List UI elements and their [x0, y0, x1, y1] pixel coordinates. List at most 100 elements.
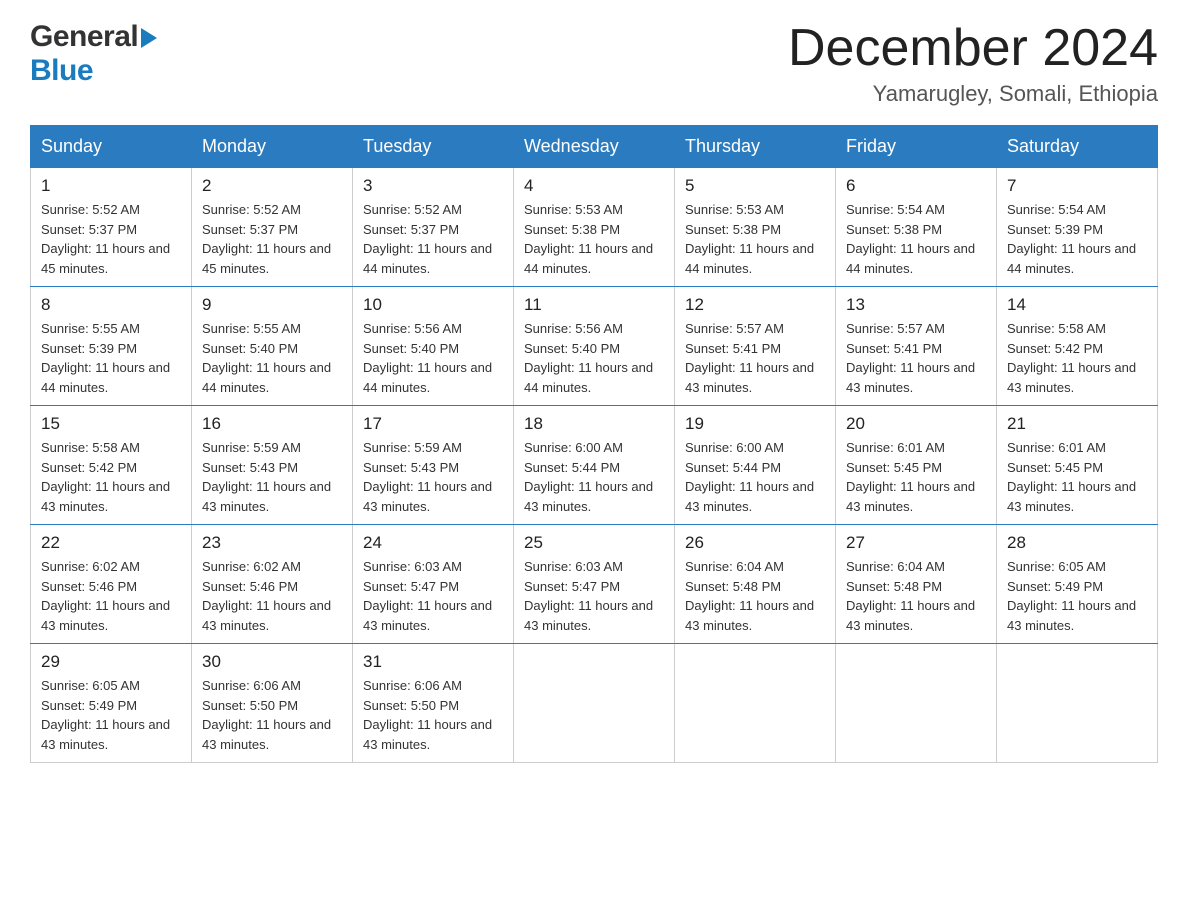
logo-general-text: General [30, 20, 138, 54]
day-info: Sunrise: 6:03 AMSunset: 5:47 PMDaylight:… [524, 559, 653, 633]
calendar-body: 1 Sunrise: 5:52 AMSunset: 5:37 PMDaylight… [31, 168, 1158, 763]
day-cell: 30Sunrise: 6:06 AMSunset: 5:50 PMDayligh… [192, 644, 353, 763]
day-number: 29 [41, 652, 181, 672]
header: General Blue December 2024 Yamarugley, S… [30, 20, 1158, 107]
day-number: 27 [846, 533, 986, 553]
day-cell: 27 Sunrise: 6:04 AMSunset: 5:48 PMDayligh… [836, 525, 997, 644]
day-info: Sunrise: 6:03 AMSunset: 5:47 PMDaylight:… [363, 559, 492, 633]
day-info: Sunrise: 5:52 AMSunset: 5:37 PMDaylight:… [363, 202, 492, 276]
day-info: Sunrise: 6:06 AMSunset: 5:50 PMDaylight:… [363, 678, 492, 752]
day-info: Sunrise: 5:57 AMSunset: 5:41 PMDaylight:… [846, 321, 975, 395]
column-header-saturday: Saturday [997, 126, 1158, 168]
day-cell: 21 Sunrise: 6:01 AMSunset: 5:45 PMDayligh… [997, 406, 1158, 525]
day-info: Sunrise: 5:59 AMSunset: 5:43 PMDaylight:… [363, 440, 492, 514]
day-info: Sunrise: 6:04 AMSunset: 5:48 PMDaylight:… [846, 559, 975, 633]
day-number: 13 [846, 295, 986, 315]
day-info: Sunrise: 5:58 AMSunset: 5:42 PMDaylight:… [1007, 321, 1136, 395]
day-cell: 2Sunrise: 5:52 AMSunset: 5:37 PMDaylight… [192, 168, 353, 287]
day-cell: 18Sunrise: 6:00 AMSunset: 5:44 PMDayligh… [514, 406, 675, 525]
calendar-table: SundayMondayTuesdayWednesdayThursdayFrid… [30, 125, 1158, 763]
day-number: 26 [685, 533, 825, 553]
day-cell: 7 Sunrise: 5:54 AMSunset: 5:39 PMDaylight… [997, 168, 1158, 287]
day-info: Sunrise: 6:05 AMSunset: 5:49 PMDaylight:… [1007, 559, 1136, 633]
day-cell: 26 Sunrise: 6:04 AMSunset: 5:48 PMDayligh… [675, 525, 836, 644]
day-info: Sunrise: 5:56 AMSunset: 5:40 PMDaylight:… [363, 321, 492, 395]
day-info: Sunrise: 6:00 AMSunset: 5:44 PMDaylight:… [524, 440, 653, 514]
day-cell: 25 Sunrise: 6:03 AMSunset: 5:47 PMDayligh… [514, 525, 675, 644]
day-number: 17 [363, 414, 503, 434]
day-cell: 17 Sunrise: 5:59 AMSunset: 5:43 PMDayligh… [353, 406, 514, 525]
calendar-header-row: SundayMondayTuesdayWednesdayThursdayFrid… [31, 126, 1158, 168]
logo-blue-text: Blue [30, 54, 93, 87]
day-cell: 1 Sunrise: 5:52 AMSunset: 5:37 PMDaylight… [31, 168, 192, 287]
day-cell: 9 Sunrise: 5:55 AMSunset: 5:40 PMDaylight… [192, 287, 353, 406]
week-row-5: 29 Sunrise: 6:05 AMSunset: 5:49 PMDayligh… [31, 644, 1158, 763]
day-info: Sunrise: 5:55 AMSunset: 5:39 PMDaylight:… [41, 321, 170, 395]
day-info: Sunrise: 5:56 AMSunset: 5:40 PMDaylight:… [524, 321, 653, 395]
day-number: 12 [685, 295, 825, 315]
day-info: Sunrise: 6:00 AMSunset: 5:44 PMDaylight:… [685, 440, 814, 514]
day-cell [997, 644, 1158, 763]
day-number: 8 [41, 295, 181, 315]
day-number: 1 [41, 176, 181, 196]
day-number: 16 [202, 414, 342, 434]
column-header-wednesday: Wednesday [514, 126, 675, 168]
day-info: Sunrise: 5:57 AMSunset: 5:41 PMDaylight:… [685, 321, 814, 395]
day-number: 10 [363, 295, 503, 315]
day-cell: 3Sunrise: 5:52 AMSunset: 5:37 PMDaylight… [353, 168, 514, 287]
column-header-friday: Friday [836, 126, 997, 168]
day-info: Sunrise: 5:53 AMSunset: 5:38 PMDaylight:… [524, 202, 653, 276]
day-cell [514, 644, 675, 763]
day-info: Sunrise: 6:05 AMSunset: 5:49 PMDaylight:… [41, 678, 170, 752]
day-info: Sunrise: 5:58 AMSunset: 5:42 PMDaylight:… [41, 440, 170, 514]
day-info: Sunrise: 6:02 AMSunset: 5:46 PMDaylight:… [202, 559, 331, 633]
day-cell [836, 644, 997, 763]
day-number: 7 [1007, 176, 1147, 196]
day-info: Sunrise: 6:04 AMSunset: 5:48 PMDaylight:… [685, 559, 814, 633]
day-info: Sunrise: 6:02 AMSunset: 5:46 PMDaylight:… [41, 559, 170, 633]
day-cell: 14 Sunrise: 5:58 AMSunset: 5:42 PMDayligh… [997, 287, 1158, 406]
day-number: 4 [524, 176, 664, 196]
day-info: Sunrise: 5:54 AMSunset: 5:38 PMDaylight:… [846, 202, 975, 276]
day-info: Sunrise: 6:01 AMSunset: 5:45 PMDaylight:… [1007, 440, 1136, 514]
calendar-subtitle: Yamarugley, Somali, Ethiopia [788, 81, 1158, 107]
column-header-tuesday: Tuesday [353, 126, 514, 168]
day-cell: 6 Sunrise: 5:54 AMSunset: 5:38 PMDaylight… [836, 168, 997, 287]
day-number: 9 [202, 295, 342, 315]
column-header-thursday: Thursday [675, 126, 836, 168]
day-cell: 16Sunrise: 5:59 AMSunset: 5:43 PMDayligh… [192, 406, 353, 525]
day-cell: 24 Sunrise: 6:03 AMSunset: 5:47 PMDayligh… [353, 525, 514, 644]
day-number: 24 [363, 533, 503, 553]
week-row-3: 15Sunrise: 5:58 AMSunset: 5:42 PMDayligh… [31, 406, 1158, 525]
day-number: 14 [1007, 295, 1147, 315]
day-cell: 8 Sunrise: 5:55 AMSunset: 5:39 PMDaylight… [31, 287, 192, 406]
week-row-2: 8 Sunrise: 5:55 AMSunset: 5:39 PMDaylight… [31, 287, 1158, 406]
logo-triangle-icon [141, 28, 157, 48]
day-number: 25 [524, 533, 664, 553]
day-number: 21 [1007, 414, 1147, 434]
day-cell: 31 Sunrise: 6:06 AMSunset: 5:50 PMDayligh… [353, 644, 514, 763]
day-number: 19 [685, 414, 825, 434]
day-number: 6 [846, 176, 986, 196]
day-number: 23 [202, 533, 342, 553]
day-number: 30 [202, 652, 342, 672]
day-info: Sunrise: 5:52 AMSunset: 5:37 PMDaylight:… [41, 202, 170, 276]
day-cell: 20Sunrise: 6:01 AMSunset: 5:45 PMDayligh… [836, 406, 997, 525]
day-info: Sunrise: 5:55 AMSunset: 5:40 PMDaylight:… [202, 321, 331, 395]
column-header-sunday: Sunday [31, 126, 192, 168]
title-area: December 2024 Yamarugley, Somali, Ethiop… [788, 20, 1158, 107]
day-cell: 22 Sunrise: 6:02 AMSunset: 5:46 PMDayligh… [31, 525, 192, 644]
day-number: 5 [685, 176, 825, 196]
day-number: 11 [524, 295, 664, 315]
week-row-1: 1 Sunrise: 5:52 AMSunset: 5:37 PMDaylight… [31, 168, 1158, 287]
logo: General Blue [30, 20, 157, 88]
day-number: 31 [363, 652, 503, 672]
day-number: 28 [1007, 533, 1147, 553]
calendar-title: December 2024 [788, 20, 1158, 77]
day-cell: 4 Sunrise: 5:53 AMSunset: 5:38 PMDaylight… [514, 168, 675, 287]
day-number: 22 [41, 533, 181, 553]
day-cell: 23 Sunrise: 6:02 AMSunset: 5:46 PMDayligh… [192, 525, 353, 644]
day-info: Sunrise: 5:54 AMSunset: 5:39 PMDaylight:… [1007, 202, 1136, 276]
day-info: Sunrise: 5:53 AMSunset: 5:38 PMDaylight:… [685, 202, 814, 276]
day-cell: 15Sunrise: 5:58 AMSunset: 5:42 PMDayligh… [31, 406, 192, 525]
